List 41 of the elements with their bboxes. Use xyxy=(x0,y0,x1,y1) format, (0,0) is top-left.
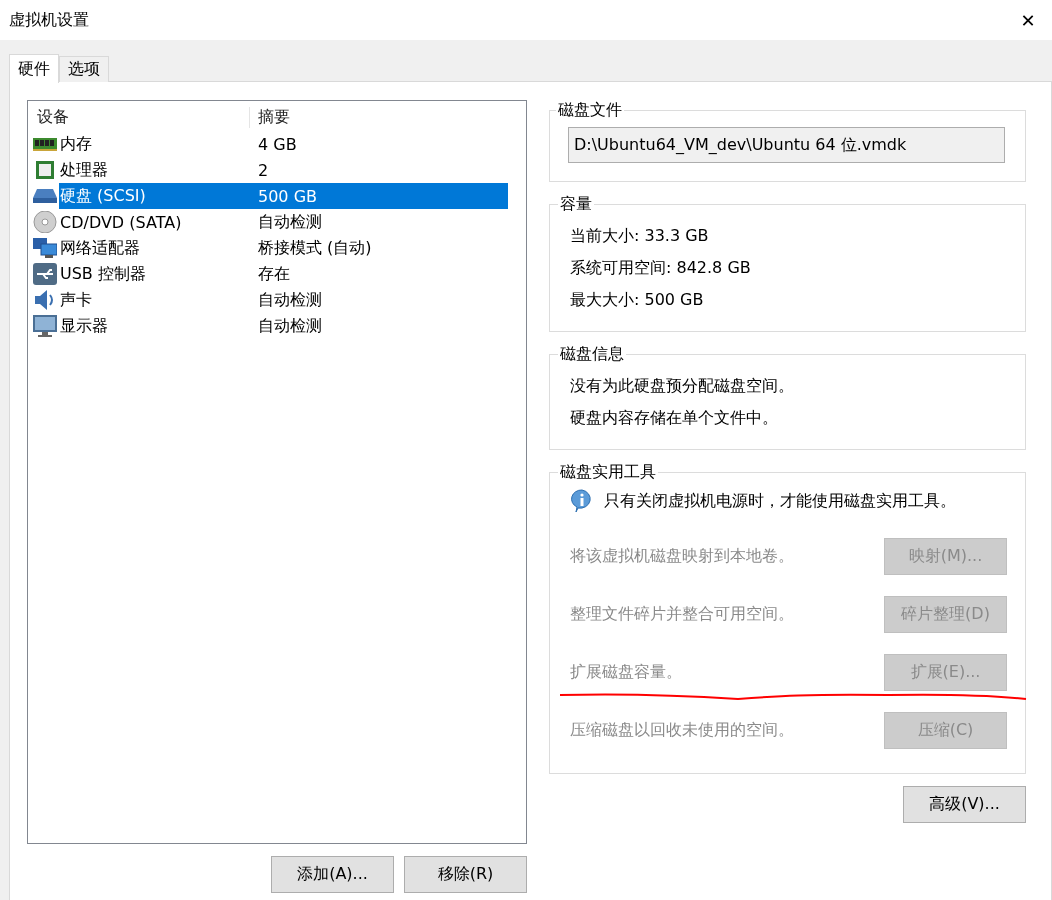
dialog-button[interactable]: 添加(A)... xyxy=(271,856,394,893)
dialog-button[interactable]: 移除(R) xyxy=(404,856,527,893)
tool-description: 扩展磁盘容量。 xyxy=(570,661,682,683)
group-title: 容量 xyxy=(559,194,593,215)
network-icon xyxy=(33,238,57,258)
file-path-field[interactable]: D:\Ubuntu64_VM_dev\Ubuntu 64 位.vmdk xyxy=(568,127,1005,163)
close-button[interactable]: ✕ xyxy=(1004,0,1052,40)
device-row[interactable]: 处理器 2 xyxy=(59,157,508,183)
device-row[interactable]: 声卡 自动检测 xyxy=(59,287,508,313)
capacity-label: 最大大小: xyxy=(570,290,640,309)
group-title: 磁盘信息 xyxy=(559,344,625,365)
chip-icon xyxy=(33,161,57,179)
device-row[interactable]: USB 控制器 存在 xyxy=(59,261,508,287)
capacity-label: 系统可用空间: xyxy=(570,258,672,277)
tool-description: 将该虚拟机磁盘映射到本地卷。 xyxy=(570,545,794,567)
group-title: 磁盘文件 xyxy=(557,100,623,121)
column-header: 摘要 xyxy=(258,106,290,128)
device-row[interactable]: 显示器 自动检测 xyxy=(59,313,508,339)
advanced-button[interactable]: 高级(V)... xyxy=(903,786,1026,823)
info-icon xyxy=(570,489,594,513)
device-row[interactable]: 网络适配器 桥接模式 (自动) xyxy=(59,235,508,261)
column-header: 设备 xyxy=(28,106,250,128)
capacity-label: 当前大小: xyxy=(570,226,640,245)
usb-icon xyxy=(33,263,57,285)
tool-description: 整理文件碎片并整合可用空间。 xyxy=(570,603,794,625)
info-text: 没有为此硬盘预分配磁盘空间。 xyxy=(570,375,795,397)
window-title: 虚拟机设置 xyxy=(9,9,89,31)
group-title: 磁盘实用工具 xyxy=(559,462,657,483)
memory-icon xyxy=(33,136,57,152)
monitor-icon xyxy=(33,315,57,337)
capacity-value: 842.8 GB xyxy=(676,258,751,277)
tab[interactable]: 硬件 xyxy=(9,54,59,83)
capacity-value: 500 GB xyxy=(644,290,704,309)
device-row[interactable]: CD/DVD (SATA) 自动检测 xyxy=(59,209,508,235)
info-text: 硬盘内容存储在单个文件中。 xyxy=(570,407,779,429)
device-row[interactable]: 硬盘 (SCSI) 500 GB xyxy=(59,183,508,209)
capacity-value: 33.3 GB xyxy=(644,226,709,245)
tool-description: 压缩磁盘以回收未使用的空间。 xyxy=(570,719,794,741)
tab[interactable]: 选项 xyxy=(59,56,109,82)
device-row[interactable]: 内存 4 GB xyxy=(59,131,508,157)
notice-text: 只有关闭虚拟机电源时，才能使用磁盘实用工具。 xyxy=(604,490,956,512)
